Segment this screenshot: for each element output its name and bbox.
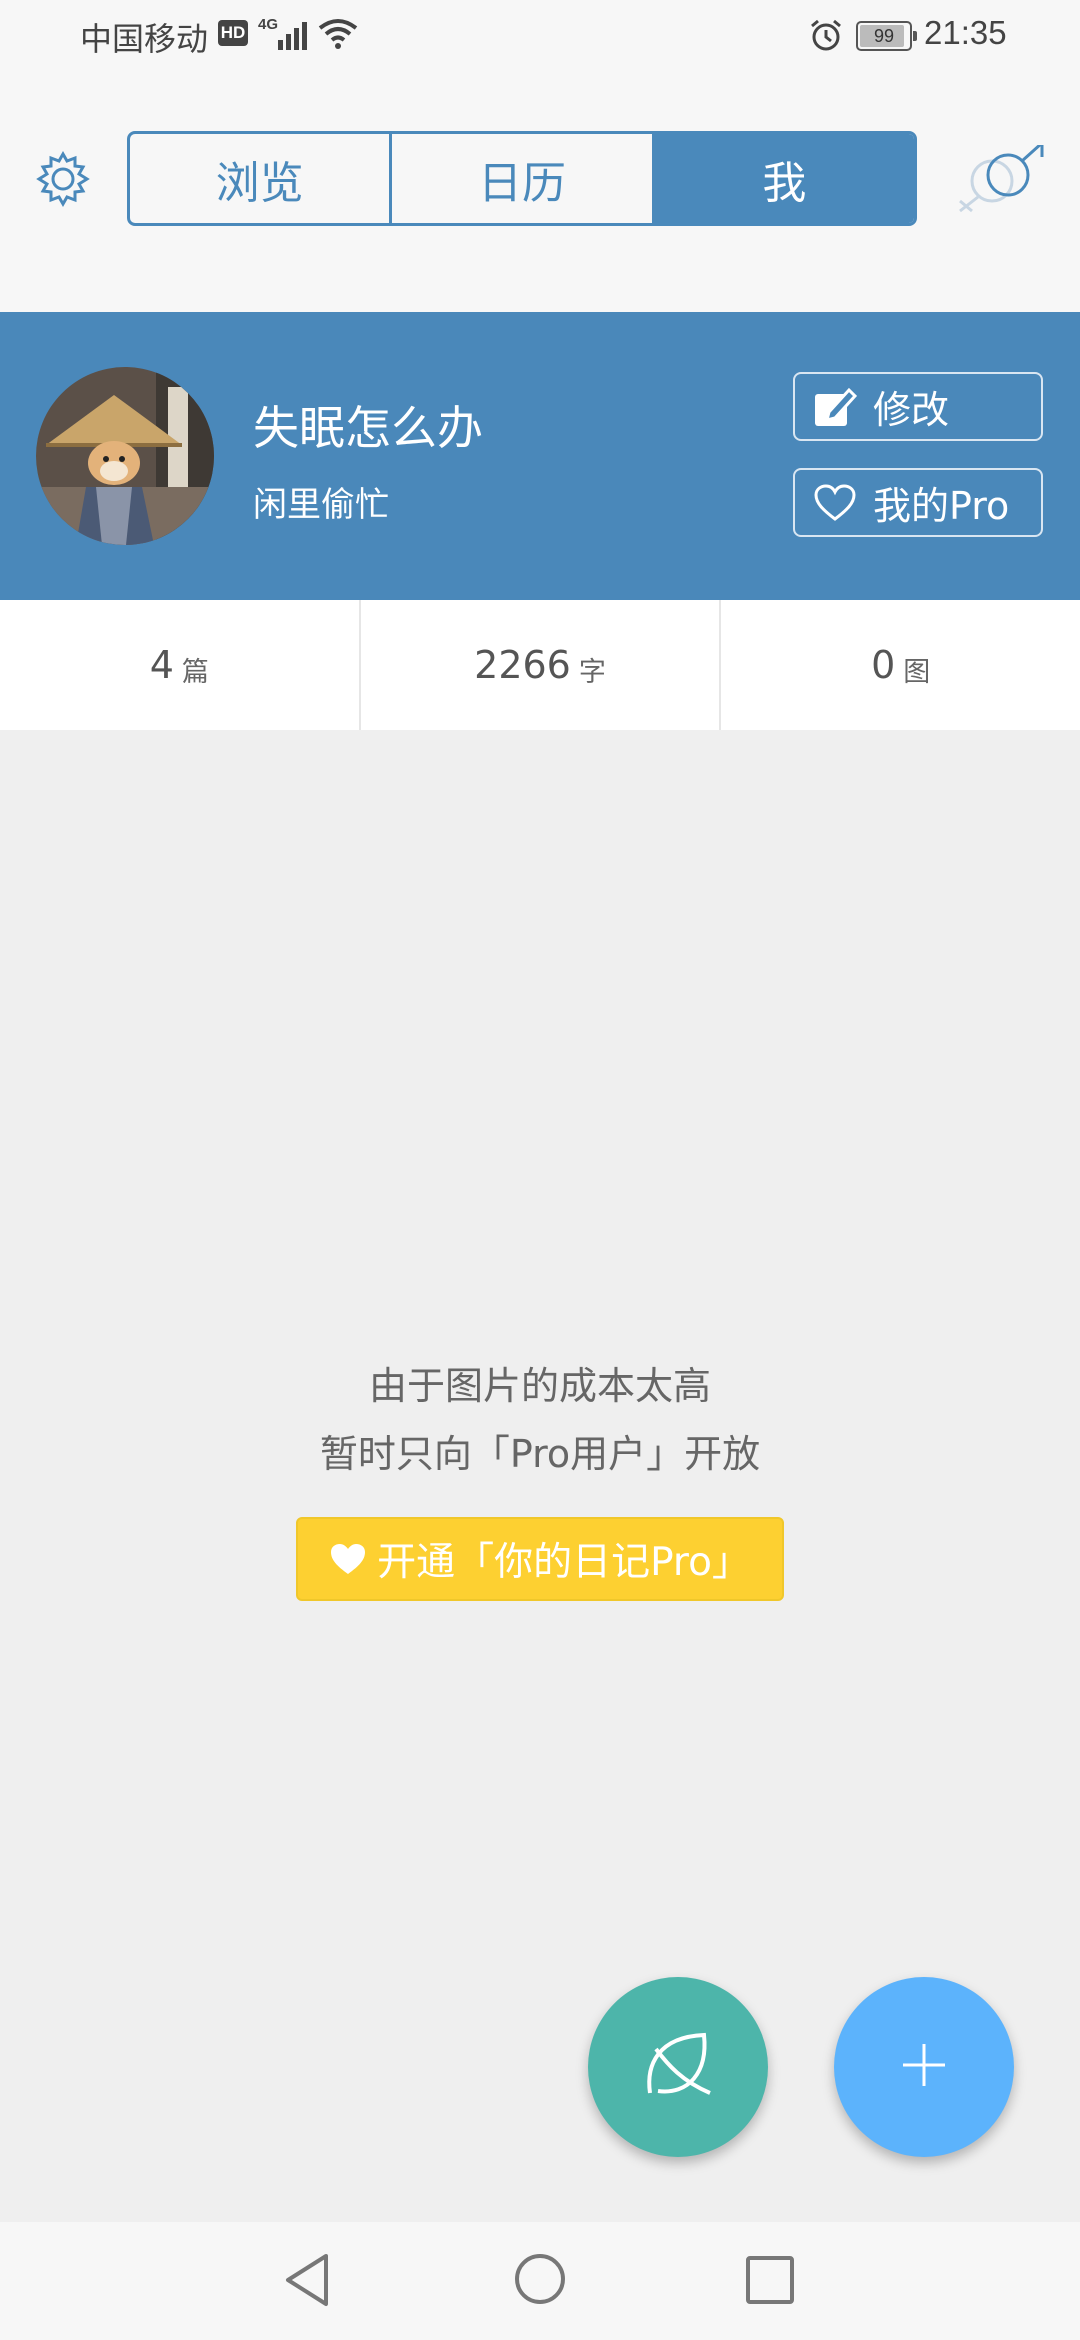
- my-pro-label: 我的Pro: [873, 484, 1010, 528]
- stat-unit: 图: [903, 656, 931, 688]
- clock: 21:35: [924, 14, 1007, 51]
- leaf-button[interactable]: [588, 1977, 768, 2157]
- gender-icon[interactable]: [950, 141, 1050, 219]
- signal-icon: [278, 20, 312, 54]
- pro-notice: 由于图片的成本太高 暂时只向「Pro用户」开放: [0, 1352, 1080, 1488]
- battery-level: 99: [873, 26, 895, 46]
- profile-subtitle: 闲里偷忙: [253, 485, 389, 525]
- activate-pro-button[interactable]: 开通「你的日记Pro」: [296, 1517, 784, 1601]
- add-entry-button[interactable]: [834, 1977, 1014, 2157]
- battery-icon: 99: [856, 21, 917, 51]
- profile-name: 失眠怎么办: [253, 401, 483, 455]
- stat-words[interactable]: 2266 字: [358, 600, 720, 730]
- edit-label: 修改: [873, 388, 950, 432]
- back-icon[interactable]: [282, 2252, 334, 2312]
- network-type: 4G: [258, 16, 279, 33]
- edit-icon: [813, 386, 857, 428]
- stat-unit: 篇: [181, 656, 209, 688]
- hd-badge: HD: [218, 20, 248, 46]
- view-tabs: 浏览 日历 我: [127, 131, 917, 226]
- stat-value: 4: [149, 643, 174, 687]
- tab-browse[interactable]: 浏览: [130, 134, 389, 223]
- status-bar: 中国移动 HD 4G 99 21:35: [0, 0, 1080, 72]
- stat-value: 0: [871, 643, 896, 687]
- heart-outline-icon: [813, 483, 857, 522]
- plus-icon: [899, 2040, 949, 2094]
- avatar[interactable]: [36, 367, 214, 545]
- stats-bar: 4 篇 2266 字 0 图: [0, 600, 1080, 730]
- tab-calendar[interactable]: 日历: [389, 134, 651, 223]
- my-pro-button[interactable]: 我的Pro: [793, 468, 1043, 537]
- alarm-icon: [808, 18, 844, 58]
- tab-me[interactable]: 我: [651, 134, 914, 223]
- system-nav-bar: [0, 2222, 1080, 2340]
- gear-icon[interactable]: [34, 150, 92, 212]
- leaf-icon: [638, 2025, 718, 2109]
- home-icon[interactable]: [513, 2252, 567, 2310]
- notice-line-1: 由于图片的成本太高: [368, 1364, 711, 1408]
- notice-line-2: 暂时只向「Pro用户」开放: [319, 1432, 761, 1476]
- profile-banner: 失眠怎么办 闲里偷忙 修改 我的Pro: [0, 312, 1080, 600]
- carrier-label: 中国移动: [80, 20, 209, 58]
- edit-profile-button[interactable]: 修改: [793, 372, 1043, 441]
- wifi-icon: [318, 18, 358, 54]
- stat-images[interactable]: 0 图: [719, 600, 1080, 730]
- stat-entries[interactable]: 4 篇: [0, 600, 359, 730]
- stat-unit: 字: [578, 656, 606, 688]
- heart-icon: [329, 1542, 367, 1576]
- stat-value: 2266: [474, 643, 571, 687]
- activate-pro-label: 开通「你的日记Pro」: [377, 1540, 751, 1585]
- recents-icon[interactable]: [745, 2255, 795, 2309]
